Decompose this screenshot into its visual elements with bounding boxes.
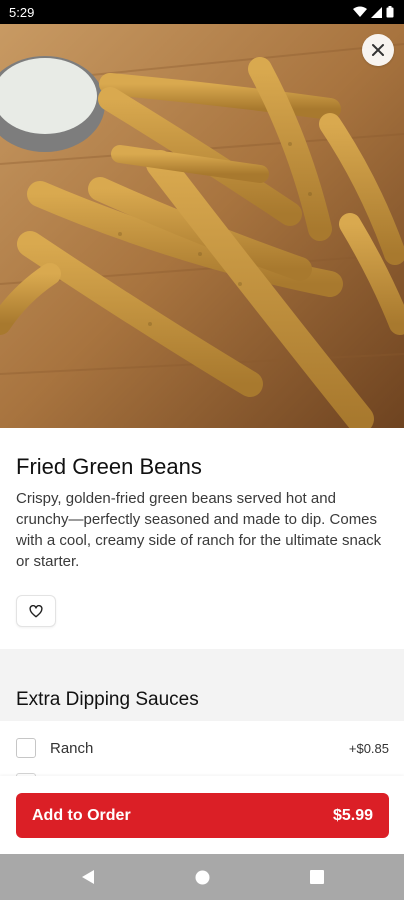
fried-green-beans-photo: [0, 24, 404, 428]
order-bar: Add to Order $5.99: [0, 776, 404, 854]
add-to-order-button[interactable]: Add to Order $5.99: [16, 793, 389, 838]
wifi-icon: [353, 6, 367, 17]
status-time: 5:29: [9, 4, 35, 20]
status-bar: 5:29: [0, 0, 404, 24]
options-list: Ranch +$0.85: [0, 721, 404, 776]
back-icon[interactable]: [81, 869, 95, 885]
close-button[interactable]: [362, 34, 394, 66]
battery-icon: [386, 6, 394, 18]
option-checkbox[interactable]: [16, 738, 36, 758]
system-nav-bar: [0, 854, 404, 900]
home-icon[interactable]: [195, 870, 210, 885]
status-icons: [353, 6, 394, 18]
option-label: Ranch: [50, 739, 94, 757]
heart-icon: [29, 604, 43, 617]
recents-icon[interactable]: [309, 870, 324, 884]
section-title-extra-sauces: Extra Dipping Sauces: [16, 689, 199, 710]
favorite-button[interactable]: [16, 595, 56, 627]
item-details: Fried Green Beans Crispy, golden-fried g…: [16, 454, 386, 572]
add-to-order-label: Add to Order: [32, 806, 131, 824]
item-photo: [0, 24, 404, 428]
option-row-ranch[interactable]: Ranch +$0.85: [16, 736, 389, 760]
item-title: Fried Green Beans: [16, 454, 202, 479]
item-description: Crispy, golden-fried green beans served …: [16, 490, 382, 570]
order-price: $5.99: [332, 806, 373, 824]
option-price: +$0.85: [348, 740, 389, 756]
signal-icon: [371, 6, 382, 18]
close-icon: [372, 44, 384, 56]
